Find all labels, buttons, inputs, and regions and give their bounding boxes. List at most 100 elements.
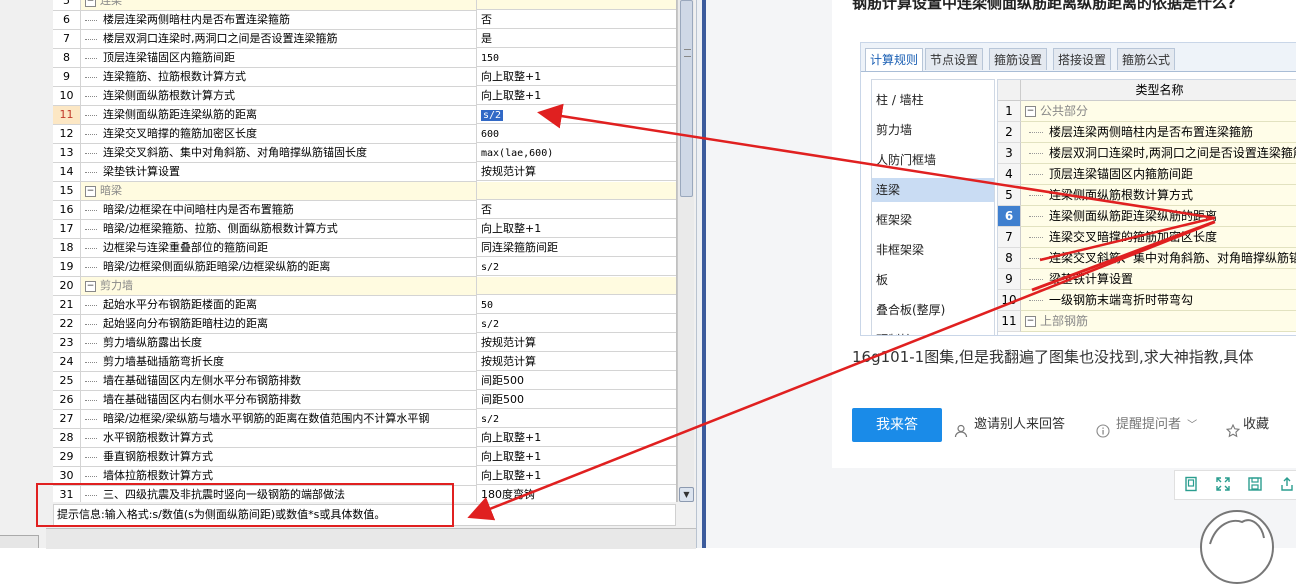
setting-value-cell[interactable]: 是: [477, 30, 676, 48]
setting-value-cell[interactable]: [477, 277, 676, 295]
table-row[interactable]: 29 垂直钢筋根数计算方式 向上取整+1: [53, 448, 676, 467]
setting-value-cell[interactable]: 向上取整+1: [477, 467, 676, 485]
setting-value-cell[interactable]: 600: [477, 125, 676, 143]
collapse-icon[interactable]: −: [85, 280, 96, 292]
setting-name-cell: 连梁箍筋、拉筋根数计算方式: [81, 68, 477, 87]
category-row[interactable]: 15− 暗梁: [53, 182, 676, 201]
tree-line: [85, 456, 97, 458]
setting-value-cell[interactable]: 向上取整+1: [477, 448, 676, 466]
row-number: 28: [53, 429, 81, 448]
embedded-table-row: 4 顶层连梁锚固区内箍筋间距: [998, 164, 1296, 185]
setting-value-input[interactable]: s/2: [481, 110, 504, 121]
embedded-row-text-cell: 楼层双洞口连梁时,两洞口之间是否设置连梁箍筋: [1021, 143, 1296, 164]
setting-value-cell[interactable]: 向上取整+1: [477, 68, 676, 86]
setting-name: 起始水平分布钢筋距楼面的距离: [103, 298, 257, 311]
row-number: 23: [53, 334, 81, 353]
row-number: 8: [53, 49, 81, 68]
embedded-screenshot: 计算规则 节点设置 箍筋设置 搭接设置 箍筋公式 柱 / 墙柱 剪力墙 人防门框墙连…: [860, 42, 1296, 336]
collapse-icon[interactable]: −: [85, 185, 96, 197]
setting-value-cell[interactable]: 向上取整+1: [477, 429, 676, 447]
table-row[interactable]: 10 连梁侧面纵筋根数计算方式 向上取整+1: [53, 87, 676, 106]
table-row[interactable]: 12 连梁交叉暗撑的箍筋加密区长度 600: [53, 125, 676, 144]
embedded-row-text: 楼层连梁两侧暗柱内是否布置连梁箍筋: [1049, 125, 1254, 139]
setting-value-cell[interactable]: 150: [477, 49, 676, 67]
tree-line: [85, 399, 97, 401]
setting-value-cell[interactable]: 按规范计算: [477, 334, 676, 352]
setting-value-cell[interactable]: 向上取整+1: [477, 220, 676, 238]
remind-asker-link[interactable]: 提醒提问者 ﹀: [1096, 408, 1197, 442]
setting-name: 楼层连梁两侧暗柱内是否布置连梁箍筋: [103, 13, 290, 26]
setting-value-cell[interactable]: s/2: [477, 258, 676, 276]
setting-value-cell[interactable]: 按规范计算: [477, 163, 676, 181]
star-icon: [1225, 418, 1241, 437]
row-number: 19: [53, 258, 81, 277]
table-row[interactable]: 13 连梁交叉斜筋、集中对角斜筋、对角暗撑纵筋锚固长度 max(lae,600): [53, 144, 676, 163]
setting-value-cell[interactable]: 否: [477, 201, 676, 219]
table-row[interactable]: 6 楼层连梁两侧暗柱内是否布置连梁箍筋 否: [53, 11, 676, 30]
category-row[interactable]: 20− 剪力墙: [53, 277, 676, 296]
answer-button[interactable]: 我来答: [852, 408, 942, 442]
embedded-row-text: 梁垫铁计算设置: [1049, 272, 1134, 286]
setting-name: 连梁交叉斜筋、集中对角斜筋、对角暗撑纵筋锚固长度: [103, 146, 367, 159]
setting-name-cell: 墙在基础锚固区内左侧水平分布钢筋排数: [81, 372, 477, 391]
setting-value-cell[interactable]: 180度弯钩: [477, 486, 676, 502]
expand-icon[interactable]: [1215, 476, 1231, 492]
table-row[interactable]: 19 暗梁/边框梁侧面纵筋距暗梁/边框梁纵筋的距离 s/2: [53, 258, 676, 277]
table-row[interactable]: 14 梁垫铁计算设置 按规范计算: [53, 163, 676, 182]
table-row[interactable]: 9 连梁箍筋、拉筋根数计算方式 向上取整+1: [53, 68, 676, 87]
setting-value-cell[interactable]: s/2: [477, 106, 676, 124]
table-row[interactable]: 8 顶层连梁锚固区内箍筋间距 150: [53, 49, 676, 68]
table-row[interactable]: 23 剪力墙纵筋露出长度 按规范计算: [53, 334, 676, 353]
setting-name-cell: − 暗梁: [81, 182, 477, 201]
setting-value-cell[interactable]: 间距500: [477, 391, 676, 409]
setting-value-cell[interactable]: s/2: [477, 410, 676, 428]
question-title[interactable]: 钢筋计算设置中连梁侧面纵筋距离纵筋距离的依据是什么?: [852, 0, 1236, 13]
table-row[interactable]: 7 楼层双洞口连梁时,两洞口之间是否设置连梁箍筋 是: [53, 30, 676, 49]
tree-line: [85, 361, 97, 363]
invite-answer-link[interactable]: 邀请别人来回答: [954, 408, 1065, 442]
setting-value-cell[interactable]: [477, 0, 676, 10]
setting-value: max(lae,600): [481, 148, 554, 159]
table-row[interactable]: 16 暗梁/边框梁在中间暗柱内是否布置箍筋 否: [53, 201, 676, 220]
scrollbar-thumb[interactable]: [680, 0, 693, 197]
collect-link[interactable]: 收藏: [1225, 408, 1269, 442]
table-row[interactable]: 24 剪力墙基础插筋弯折长度 按规范计算: [53, 353, 676, 372]
table-row[interactable]: 18 边框梁与连梁重叠部位的箍筋间距 同连梁箍筋间距: [53, 239, 676, 258]
avatar[interactable]: [1200, 510, 1274, 584]
table-row[interactable]: 28 水平钢筋根数计算方式 向上取整+1: [53, 429, 676, 448]
table-row[interactable]: 21 起始水平分布钢筋距楼面的距离 50: [53, 296, 676, 315]
setting-value-cell[interactable]: 50: [477, 296, 676, 314]
tree-line: [85, 95, 97, 97]
setting-value-cell[interactable]: max(lae,600): [477, 144, 676, 162]
share-icon[interactable]: [1279, 476, 1295, 492]
save-icon[interactable]: [1247, 476, 1263, 492]
setting-value-cell[interactable]: [477, 182, 676, 200]
setting-value-cell[interactable]: 否: [477, 11, 676, 29]
tree-line: [1029, 300, 1043, 301]
table-row[interactable]: 11 连梁侧面纵筋距连梁纵筋的距离 s/2: [53, 106, 676, 125]
setting-value-cell[interactable]: 向上取整+1: [477, 87, 676, 105]
table-row[interactable]: 27 暗梁/边框梁/梁纵筋与墙水平钢筋的距离在数值范围内不计算水平钢 s/2: [53, 410, 676, 429]
table-row[interactable]: 22 起始竖向分布钢筋距暗柱边的距离 s/2: [53, 315, 676, 334]
table-row[interactable]: 25 墙在基础锚固区内左侧水平分布钢筋排数 间距500: [53, 372, 676, 391]
setting-name: 连梁侧面纵筋根数计算方式: [103, 89, 235, 102]
setting-name-cell: 楼层连梁两侧暗柱内是否布置连梁箍筋: [81, 11, 477, 30]
category-row[interactable]: 5− 连梁: [53, 0, 676, 11]
collapse-icon: −: [1025, 106, 1036, 117]
category-item: 框架梁: [876, 213, 913, 227]
setting-value-cell[interactable]: 同连梁箍筋间距: [477, 239, 676, 257]
chevron-down-icon: ﹀: [1187, 420, 1198, 431]
scroll-down-icon[interactable]: ▼: [679, 487, 694, 502]
table-row[interactable]: 17 暗梁/边框梁箍筋、拉筋、侧面纵筋根数计算方式 向上取整+1: [53, 220, 676, 239]
grip-icon: [684, 49, 691, 57]
setting-value-cell[interactable]: 按规范计算: [477, 353, 676, 371]
setting-value-cell[interactable]: s/2: [477, 315, 676, 333]
setting-name: 墙体拉筋根数计算方式: [103, 469, 213, 482]
setting-value-cell[interactable]: 间距500: [477, 372, 676, 390]
setting-name: 边框梁与连梁重叠部位的箍筋间距: [103, 241, 268, 254]
table-row[interactable]: 26 墙在基础锚固区内右侧水平分布钢筋排数 间距500: [53, 391, 676, 410]
page-icon[interactable]: [1183, 476, 1199, 492]
collapse-icon[interactable]: −: [85, 0, 96, 7]
setting-name-cell: 剪力墙基础插筋弯折长度: [81, 353, 477, 372]
vertical-scrollbar[interactable]: ▼: [677, 0, 694, 502]
